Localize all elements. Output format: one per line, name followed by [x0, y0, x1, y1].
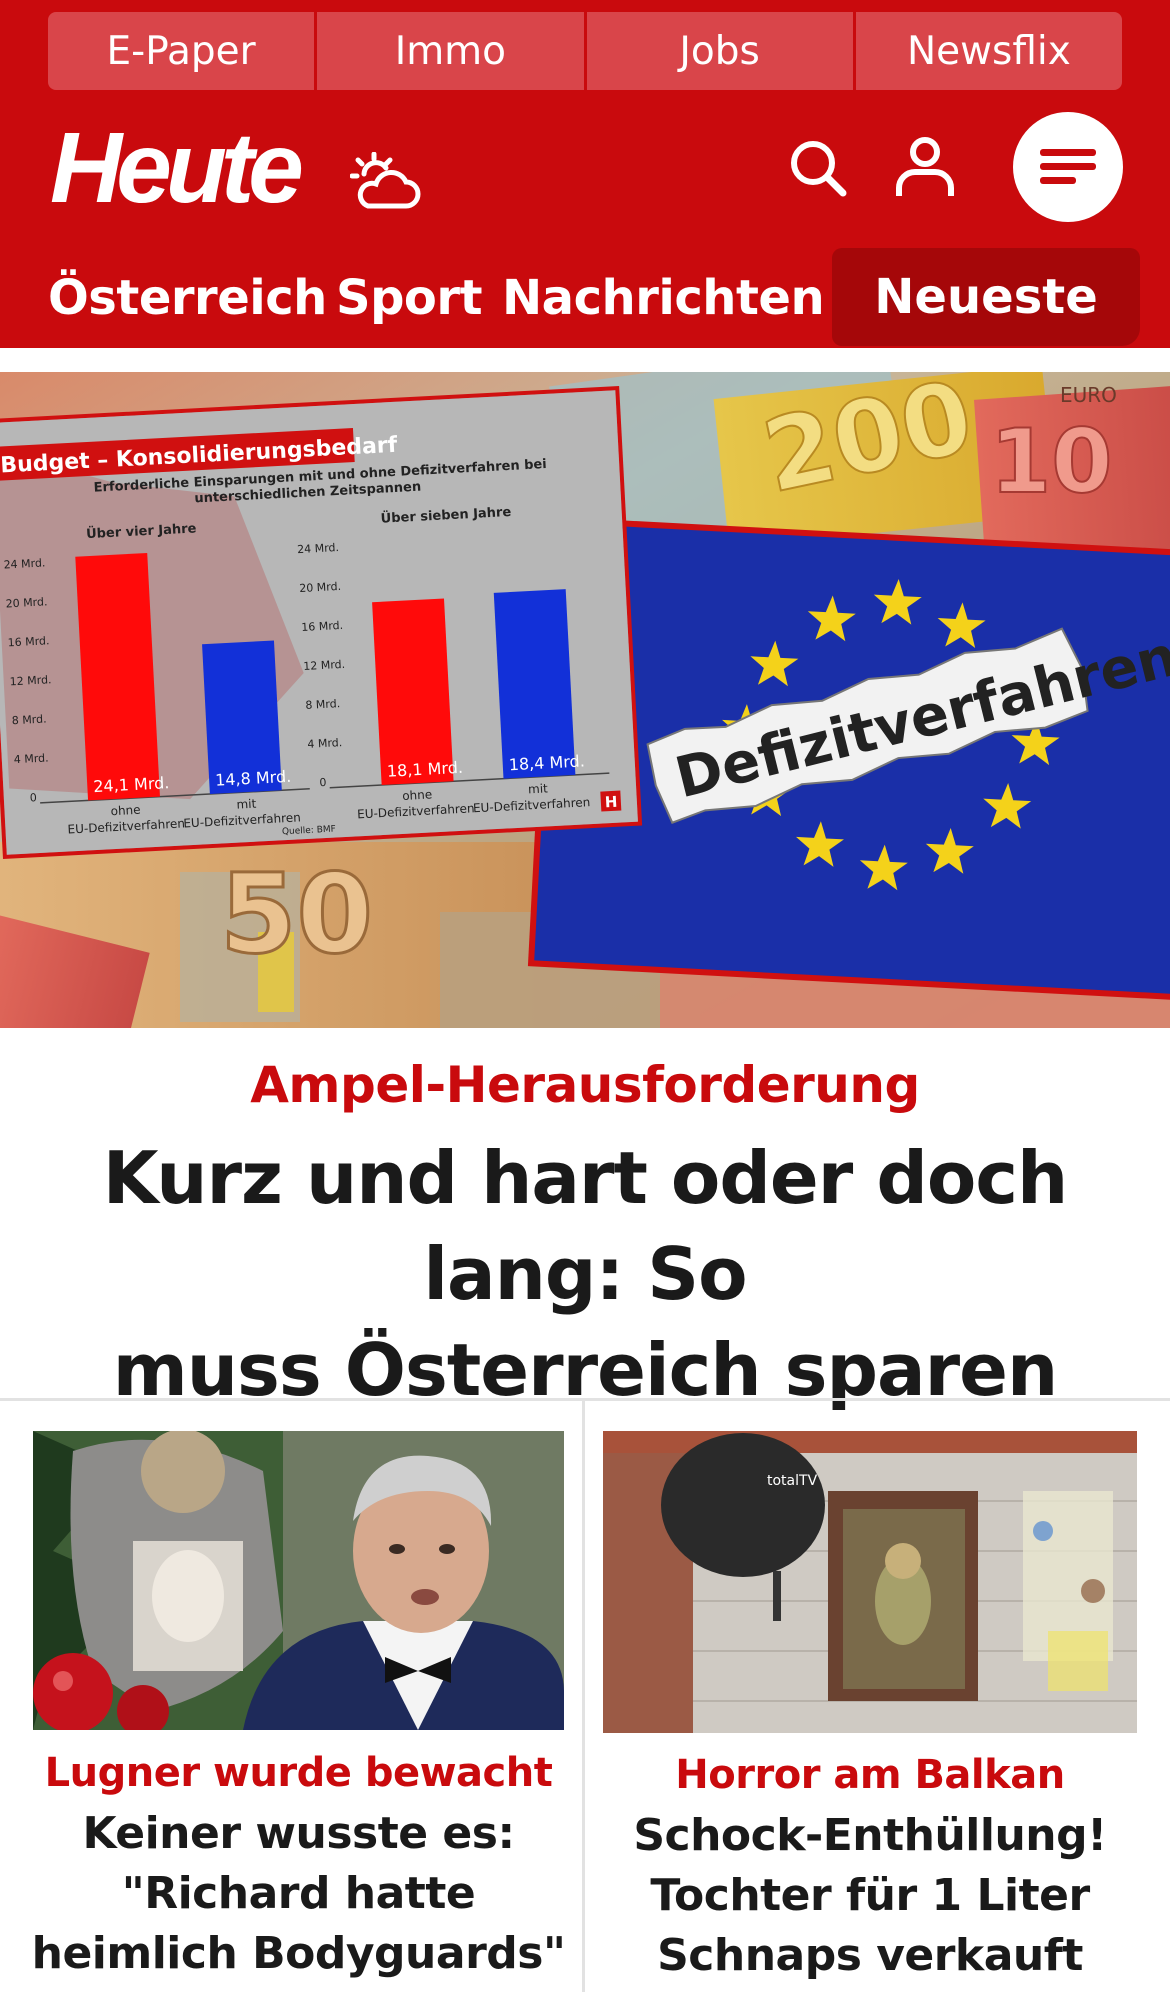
service-link-immo[interactable]: Immo	[317, 12, 587, 90]
teaser-kicker[interactable]: Horror am Balkan	[603, 1752, 1137, 1798]
service-link-epaper[interactable]: E-Paper	[48, 12, 318, 90]
hero-kicker[interactable]: Ampel-Herausforderung	[0, 1056, 1170, 1114]
weather-icon[interactable]	[350, 152, 422, 212]
hero-headline-line: Kurz und hart oder doch lang: So	[102, 1136, 1069, 1316]
teaser-title-line: "Richard hatte	[121, 1868, 476, 1919]
teaser-illustration	[33, 1431, 564, 1730]
hero-image[interactable]: 200 10 EURO 50 Defizitverfahren Budget –…	[0, 372, 1170, 1028]
teaser-kicker[interactable]: Lugner wurde bewacht	[33, 1750, 564, 1796]
bar-label: 18,4 Mrd.	[508, 751, 585, 774]
bar-label: 18,1 Mrd.	[386, 758, 463, 781]
tick-label: 16 Mrd.	[301, 619, 343, 634]
dish-brand: totalTV	[767, 1473, 818, 1489]
tick-label: 8 Mrd.	[305, 697, 340, 712]
service-bar: E-Paper Immo Jobs Newsflix	[48, 12, 1122, 90]
teaser-title-line: Schock-Enthüllung!	[633, 1810, 1107, 1861]
tick-label: 24 Mrd.	[3, 556, 45, 571]
heute-logo[interactable]: Heute	[50, 118, 304, 218]
teaser-illustration: totalTV	[603, 1431, 1137, 1733]
category-label: mit	[528, 781, 549, 796]
teaser-title-line: Tochter für 1 Liter	[650, 1870, 1090, 1921]
hero-illustration: 200 10 EURO 50 Defizitverfahren Budget –…	[0, 372, 1170, 1028]
user-icon[interactable]	[895, 136, 955, 198]
tick-label: 4 Mrd.	[307, 736, 342, 751]
service-link-newsflix[interactable]: Newsflix	[856, 12, 1122, 90]
site-header: E-Paper Immo Jobs Newsflix Heute Österre…	[0, 0, 1170, 348]
column-divider	[582, 1400, 585, 1992]
tick-label: 0	[319, 776, 327, 789]
tick-label: 4 Mrd.	[13, 751, 48, 766]
tick-label: 24 Mrd.	[297, 541, 339, 556]
category-label: mit	[236, 797, 257, 812]
menu-icon	[1040, 149, 1096, 184]
nav-item-nachrichten[interactable]: Nachrichten	[502, 248, 825, 348]
category-label: ohne	[402, 787, 433, 803]
bar-label: 24,1 Mrd.	[93, 773, 170, 796]
banknote-50-text: 50	[220, 850, 373, 978]
bar-label: 14,8 Mrd.	[215, 767, 292, 790]
tick-label: 8 Mrd.	[11, 712, 46, 727]
heute-badge: H	[604, 793, 617, 812]
nav-item-neueste[interactable]: Neueste	[832, 248, 1140, 346]
teaser-title-line: Keiner wusste es:	[82, 1808, 515, 1859]
budget-infographic: Budget – Konsolidierungsbedarf Erforderl…	[0, 386, 643, 859]
tick-label: 20 Mrd.	[299, 580, 341, 595]
nav-item-oesterreich[interactable]: Österreich	[48, 248, 327, 348]
service-link-jobs[interactable]: Jobs	[587, 12, 856, 90]
tick-label: 16 Mrd.	[7, 634, 49, 649]
tick-label: 12 Mrd.	[303, 658, 345, 673]
euro-label: EURO	[1060, 383, 1117, 407]
teaser-title-line: heimlich Bodyguards"	[31, 1928, 566, 1979]
menu-button[interactable]	[1013, 112, 1123, 222]
tick-label: 20 Mrd.	[5, 595, 47, 610]
search-icon[interactable]	[788, 138, 848, 198]
banknote-10-text: 10	[990, 410, 1112, 513]
nav-item-sport[interactable]: Sport	[336, 248, 483, 348]
hero-headline-line: muss Österreich sparen	[112, 1328, 1058, 1412]
teaser-title-line: Schnaps verkauft	[657, 1930, 1083, 1981]
tick-label: 12 Mrd.	[9, 673, 51, 688]
tick-label: 0	[30, 791, 38, 804]
section-divider	[0, 1398, 1170, 1401]
teaser-title[interactable]: Keiner wusste es: "Richard hatte heimlic…	[20, 1804, 577, 1984]
teaser-title[interactable]: Schock-Enthüllung! Tochter für 1 Liter S…	[594, 1806, 1146, 1986]
hero-headline[interactable]: Kurz und hart oder doch lang: So muss Ös…	[20, 1130, 1150, 1418]
main-nav: Österreich Sport Nachrichten Neueste	[0, 248, 1170, 348]
teaser-image-balkan[interactable]: totalTV	[603, 1431, 1137, 1733]
teaser-image-lugner[interactable]	[33, 1431, 564, 1730]
category-label: ohne	[110, 803, 141, 819]
